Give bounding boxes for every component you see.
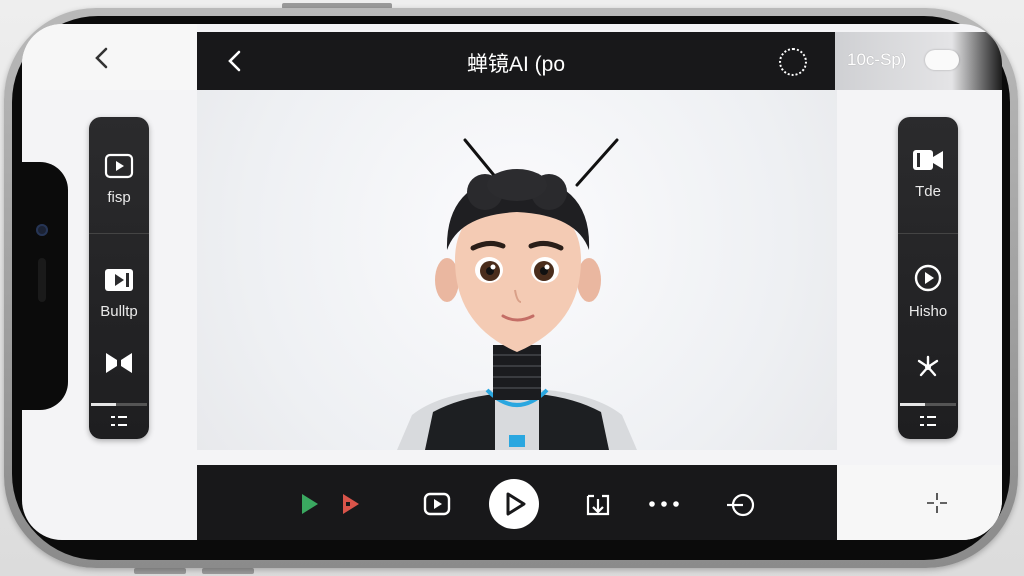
right-item-2-label: Hisho bbox=[908, 303, 948, 320]
left-progress-bar[interactable] bbox=[91, 403, 147, 406]
right-progress-bar[interactable] bbox=[900, 403, 956, 406]
left-item-1-label: fisp bbox=[107, 189, 131, 206]
right-item-2[interactable]: Hisho bbox=[898, 263, 958, 320]
phone-button-bottom-1 bbox=[134, 568, 186, 574]
fan-icon bbox=[917, 355, 939, 377]
list-icon bbox=[111, 416, 127, 426]
right-item-1[interactable]: Tde bbox=[898, 147, 958, 200]
play-red-icon[interactable] bbox=[340, 490, 362, 518]
divider bbox=[89, 233, 149, 234]
left-item-2[interactable]: Bulltp bbox=[89, 267, 149, 320]
left-list-button[interactable] bbox=[89, 413, 149, 429]
app-screen: 蝉镜AI (po 10c-Sp) fisp Bulltp Tde Hisho bbox=[22, 24, 1002, 540]
camera-notch bbox=[14, 162, 68, 410]
bowtie-icon bbox=[106, 353, 132, 373]
play-circle-icon bbox=[914, 264, 942, 292]
list-icon bbox=[920, 416, 936, 426]
page-title: 蝉镜AI (po bbox=[466, 53, 566, 76]
bottom-toolbar bbox=[197, 465, 837, 540]
right-item-3[interactable] bbox=[898, 353, 958, 379]
left-tool-panel: fisp Bulltp bbox=[89, 117, 149, 439]
divider bbox=[898, 233, 958, 234]
play-main-icon bbox=[506, 492, 526, 516]
bottom-bar-right bbox=[837, 465, 1002, 540]
stage: 蝉镜AI (po 10c-Sp) fisp Bulltp Tde Hisho bbox=[0, 0, 1024, 576]
play-green-icon[interactable] bbox=[299, 490, 321, 518]
more-icon[interactable] bbox=[647, 490, 681, 518]
right-list-button[interactable] bbox=[898, 413, 958, 429]
right-item-1-label: Tde bbox=[915, 183, 941, 200]
top-bar-left bbox=[22, 24, 197, 90]
phone-button-bottom-2 bbox=[202, 568, 254, 574]
back-outer-icon[interactable] bbox=[88, 44, 116, 72]
left-item-2-label: Bulltp bbox=[100, 303, 138, 320]
play-square-icon bbox=[104, 153, 134, 179]
top-bar: 蝉镜AI (po bbox=[197, 32, 835, 90]
front-camera bbox=[36, 224, 48, 236]
right-tool-panel: Tde Hisho bbox=[898, 117, 958, 439]
settings-icon[interactable] bbox=[779, 48, 807, 76]
top-bar-right: 10c-Sp) bbox=[835, 32, 1002, 90]
video-camera-icon bbox=[913, 150, 943, 170]
video-preview[interactable] bbox=[197, 90, 837, 450]
toggle-switch[interactable] bbox=[925, 50, 959, 70]
left-progress-fill bbox=[91, 403, 117, 406]
left-item-3[interactable] bbox=[89, 351, 149, 375]
left-item-1[interactable]: fisp bbox=[89, 153, 149, 206]
upload-frame-icon[interactable] bbox=[583, 490, 613, 520]
circle-arrow-icon[interactable] bbox=[725, 490, 757, 520]
crosshair-icon[interactable] bbox=[925, 491, 949, 515]
status-text: 10c-Sp) bbox=[847, 50, 907, 69]
right-progress-fill bbox=[900, 403, 926, 406]
play-filled-square-icon bbox=[105, 269, 133, 291]
earpiece bbox=[38, 258, 46, 302]
avatar-figure bbox=[397, 138, 637, 450]
play-main-button[interactable] bbox=[489, 479, 539, 529]
play-square-icon[interactable] bbox=[423, 490, 451, 518]
